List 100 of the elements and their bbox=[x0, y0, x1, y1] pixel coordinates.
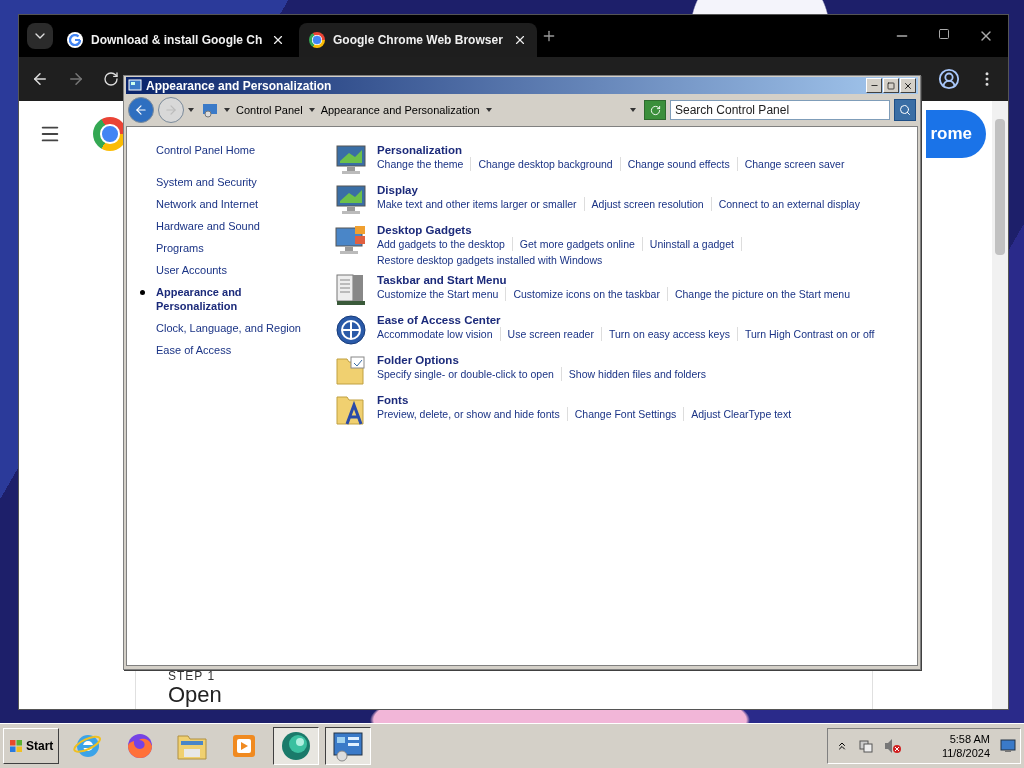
monitor-icon bbox=[335, 143, 367, 177]
control-panel-icon bbox=[128, 78, 142, 93]
reload-icon[interactable] bbox=[103, 71, 119, 87]
task-link[interactable]: Show hidden files and folders bbox=[568, 367, 714, 381]
search-button[interactable] bbox=[894, 99, 916, 121]
forward-arrow-icon bbox=[164, 103, 178, 117]
nav-link[interactable]: User Accounts bbox=[156, 263, 313, 277]
task-link[interactable]: Change the theme bbox=[377, 157, 472, 171]
folder-icon bbox=[335, 353, 367, 387]
nav-link[interactable]: Clock, Language, and Region bbox=[156, 321, 313, 335]
dropdown-caret-icon[interactable] bbox=[630, 108, 636, 112]
task-link[interactable]: Use screen reader bbox=[507, 327, 602, 341]
breadcrumb-item[interactable]: Appearance and Personalization bbox=[320, 104, 480, 116]
browser-tab[interactable]: Google Chrome Web Browser bbox=[299, 23, 537, 57]
maximize-button[interactable] bbox=[883, 78, 899, 93]
category-title[interactable]: Ease of Access Center bbox=[377, 313, 917, 327]
accessibility-icon bbox=[335, 313, 367, 347]
google-g-icon bbox=[67, 32, 83, 48]
breadcrumb-item[interactable]: Control Panel bbox=[236, 104, 303, 116]
task-link[interactable]: Accommodate low vision bbox=[377, 327, 501, 341]
sphere-app-icon bbox=[280, 730, 313, 762]
task-link[interactable]: Change the picture on the Start menu bbox=[674, 287, 857, 301]
step-label: STEP 1 bbox=[168, 669, 217, 683]
taskbar-app[interactable] bbox=[325, 727, 372, 765]
chrome-logo-icon bbox=[309, 32, 325, 48]
back-button[interactable] bbox=[128, 97, 154, 123]
taskbar-app[interactable] bbox=[273, 727, 320, 765]
task-link[interactable]: Restore desktop gadgets installed with Windows bbox=[377, 253, 610, 267]
category-title[interactable]: Personalization bbox=[377, 143, 917, 157]
bullet-icon bbox=[140, 290, 145, 295]
breadcrumb-caret-icon[interactable] bbox=[485, 108, 492, 112]
breadcrumb-caret-icon[interactable] bbox=[308, 108, 315, 112]
gadgets-icon bbox=[335, 223, 367, 257]
close-button[interactable] bbox=[900, 78, 916, 93]
task-link[interactable]: Customize the Start menu bbox=[377, 287, 507, 301]
task-link[interactable]: Customize icons on the taskbar bbox=[513, 287, 668, 301]
maximize-icon bbox=[887, 81, 895, 90]
close-icon[interactable] bbox=[271, 33, 285, 47]
close-icon[interactable] bbox=[513, 33, 527, 47]
task-link[interactable]: Specify single- or double-click to open bbox=[377, 367, 562, 381]
tab-title: Download & install Google Ch bbox=[91, 33, 263, 47]
task-link[interactable]: Change Font Settings bbox=[574, 407, 685, 421]
nav-link[interactable]: Appearance and Personalization bbox=[156, 285, 313, 313]
history-caret-icon[interactable] bbox=[188, 108, 194, 112]
scrollbar[interactable] bbox=[992, 101, 1008, 709]
step-heading: Open bbox=[168, 683, 223, 707]
minimize-button[interactable] bbox=[866, 78, 882, 93]
back-icon[interactable] bbox=[31, 70, 49, 88]
task-link[interactable]: Adjust ClearType text bbox=[691, 407, 799, 421]
speaker-muted-icon[interactable] bbox=[883, 738, 902, 754]
nav-link[interactable]: Control Panel Home bbox=[156, 143, 313, 157]
fonts-folder-icon bbox=[335, 393, 367, 427]
network-icon[interactable] bbox=[857, 738, 874, 754]
task-link[interactable]: Connect to an external display bbox=[718, 197, 867, 211]
window-title: Appearance and Personalization bbox=[146, 78, 332, 93]
back-arrow-icon bbox=[134, 103, 148, 117]
task-link[interactable]: Make text and other items larger or smaller bbox=[377, 197, 585, 211]
download-button[interactable]: rome bbox=[926, 110, 986, 158]
refresh-icon bbox=[649, 104, 661, 116]
nav-link[interactable]: Hardware and Sound bbox=[156, 219, 313, 233]
search-icon bbox=[899, 104, 911, 116]
nav-link[interactable]: Ease of Access bbox=[156, 343, 313, 357]
task-link[interactable]: Add gadgets to the desktop bbox=[377, 237, 513, 251]
task-link[interactable]: Change sound effects bbox=[627, 157, 738, 171]
task-link[interactable]: Turn High Contrast on or off bbox=[744, 327, 882, 341]
search-field[interactable]: Search Control Panel bbox=[670, 100, 890, 120]
clock-date[interactable]: 11/8/2024 bbox=[941, 746, 990, 760]
nav-link[interactable]: Network and Internet bbox=[156, 197, 313, 211]
tab-search-button[interactable] bbox=[27, 23, 53, 49]
browser-tab[interactable]: Download & install Google Ch bbox=[57, 23, 295, 57]
task-link[interactable]: Change screen saver bbox=[744, 157, 852, 171]
new-tab-icon[interactable] bbox=[541, 28, 557, 44]
nav-link[interactable]: Programs bbox=[156, 241, 313, 255]
breadcrumb-caret-icon[interactable] bbox=[224, 108, 230, 112]
task-link[interactable]: Adjust screen resolution bbox=[591, 197, 712, 211]
window-list-icon bbox=[335, 273, 367, 307]
tab-title: Google Chrome Web Browser bbox=[333, 33, 504, 47]
control-panel-icon bbox=[202, 102, 218, 118]
category-title[interactable]: Desktop Gadgets bbox=[377, 223, 917, 237]
control-panel-icon bbox=[332, 730, 365, 762]
category-title[interactable]: Folder Options bbox=[377, 353, 917, 367]
start-button[interactable]: Start bbox=[3, 728, 60, 764]
monitor-icon bbox=[335, 183, 367, 217]
show-desktop-icon[interactable] bbox=[1000, 739, 1016, 753]
category-title[interactable]: Display bbox=[377, 183, 917, 197]
task-link[interactable]: Turn on easy access keys bbox=[608, 327, 738, 341]
task-link[interactable]: Preview, delete, or show and hide fonts bbox=[377, 407, 568, 421]
maximize-icon[interactable] bbox=[938, 28, 950, 40]
task-link[interactable]: Get more gadgets online bbox=[519, 237, 643, 251]
category-title[interactable]: Taskbar and Start Menu bbox=[377, 273, 917, 287]
nav-link[interactable]: System and Security bbox=[156, 175, 313, 189]
refresh-button[interactable] bbox=[644, 100, 666, 120]
forward-icon[interactable] bbox=[67, 70, 85, 88]
close-icon bbox=[903, 80, 913, 91]
windows-flag-icon bbox=[9, 739, 23, 753]
task-link[interactable]: Uninstall a gadget bbox=[649, 237, 742, 251]
clock-time[interactable]: 5:58 AM bbox=[949, 732, 990, 746]
profile-icon[interactable] bbox=[938, 68, 960, 90]
task-link[interactable]: Change desktop background bbox=[478, 157, 621, 171]
category-title[interactable]: Fonts bbox=[377, 393, 917, 407]
